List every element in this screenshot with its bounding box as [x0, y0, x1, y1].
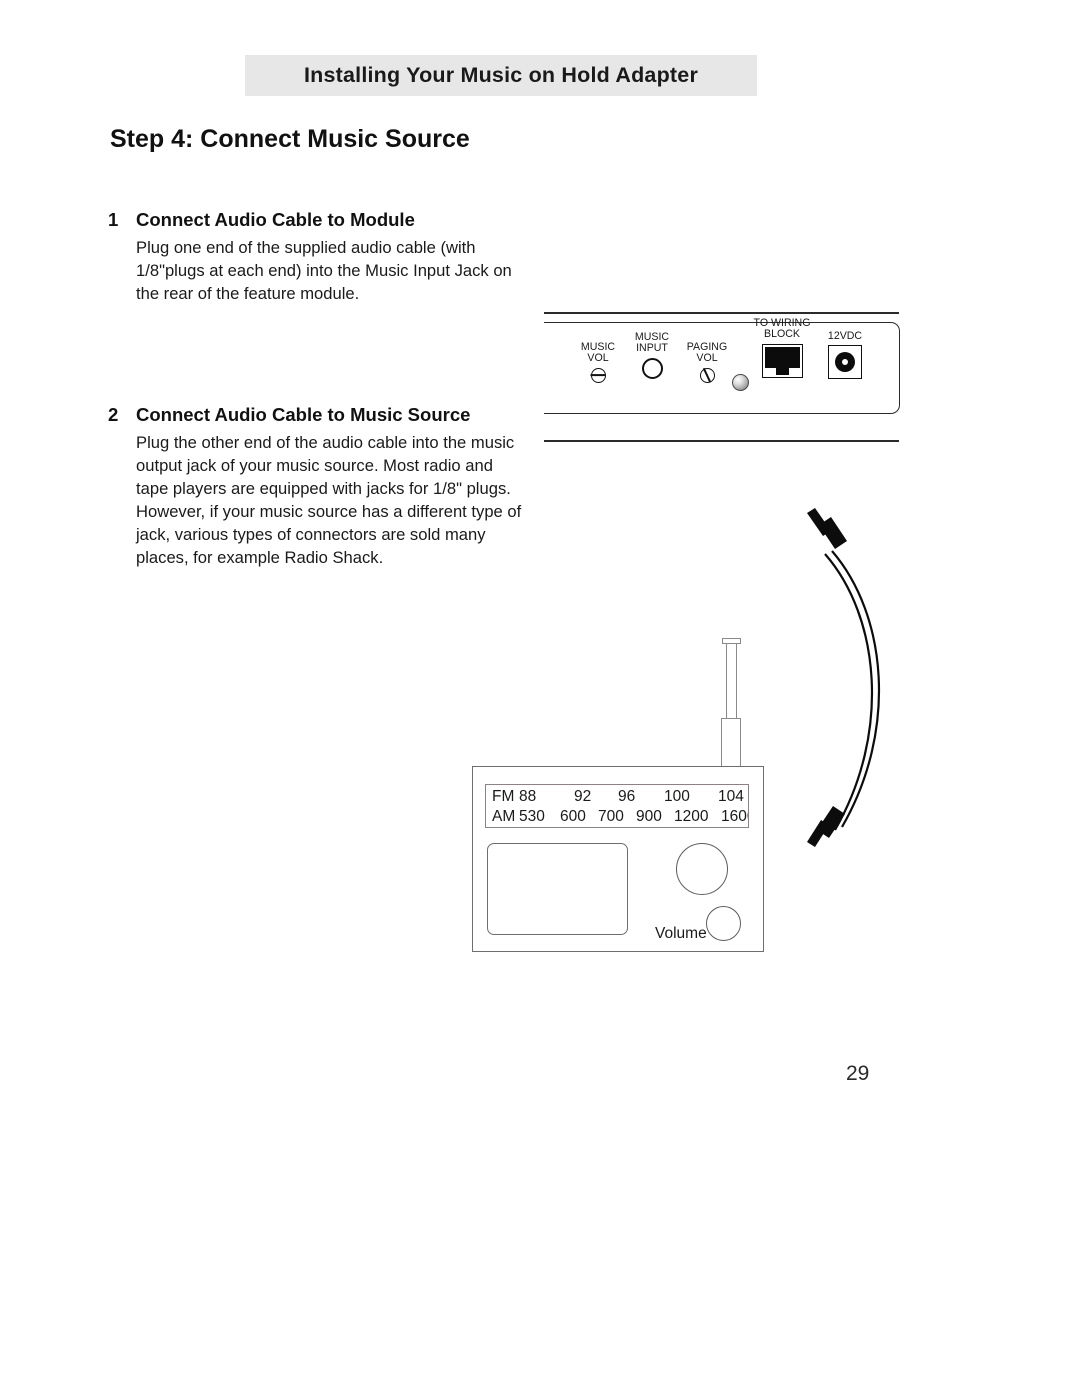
cable-plug-top — [807, 508, 847, 549]
step-1-heading: Connect Audio Cable to Module — [136, 209, 415, 230]
manual-page: Installing Your Music on Hold Adapter St… — [0, 0, 1080, 1397]
volume-knob-label: Volume — [655, 925, 707, 942]
antenna-lower-section — [721, 718, 741, 770]
am-tick-1200: 1200 — [674, 808, 709, 825]
fm-tick-96: 96 — [618, 788, 636, 805]
module-rear-panel-diagram: MUSIC VOL MUSIC INPUT PAGING VOL TO WIRI… — [540, 300, 910, 450]
control-music-input: MUSIC INPUT — [626, 331, 678, 379]
panel-top-rule — [544, 312, 899, 314]
am-tick-1600: 1600 — [721, 808, 748, 825]
control-power-jack: 12VDC — [822, 330, 868, 380]
am-tick-900: 900 — [636, 808, 662, 825]
step-1-body-text: Plug one end of the supplied audio cable… — [136, 237, 512, 303]
control-paging-vol: PAGING VOL — [680, 341, 734, 383]
step-2-body: Plug the other end of the audio cable in… — [136, 431, 523, 569]
paging-vol-trimpot-icon — [699, 367, 715, 383]
instruction-step-2: 2 Connect Audio Cable to Music Source Pl… — [108, 403, 523, 569]
page-header-banner: Installing Your Music on Hold Adapter — [245, 55, 757, 96]
cable-edge-inner — [824, 553, 874, 831]
control-wiring-block: TO WIRING BLOCK — [745, 317, 819, 378]
am-tick-530: 530 — [519, 808, 545, 825]
page-number: 29 — [846, 1062, 870, 1085]
music-input-label-line2: INPUT — [636, 342, 668, 355]
paging-vol-label-line2: VOL — [696, 352, 718, 365]
tuning-knob[interactable] — [676, 843, 728, 895]
fm-tick-100: 100 — [664, 788, 690, 805]
control-music-vol: MUSIC VOL — [572, 341, 624, 383]
step-2-heading-row: 2 Connect Audio Cable to Music Source — [108, 403, 523, 428]
step-2-body-text: Plug the other end of the audio cable in… — [136, 432, 522, 567]
power-jack-label: 12VDC — [827, 330, 863, 342]
radio-speaker-panel — [487, 843, 628, 935]
header-title: Installing Your Music on Hold Adapter — [303, 63, 699, 87]
am-band-label: AM — [492, 808, 516, 825]
am-tick-700: 700 — [598, 808, 624, 825]
rj-jack-icon — [761, 343, 803, 378]
step-1-number: 1 — [108, 209, 119, 230]
page-title: Step 4: Connect Music Source — [110, 125, 470, 153]
music-input-jack-icon — [641, 357, 663, 379]
panel-bottom-rule — [544, 440, 899, 442]
radio-dial-scale: FM 88 92 96 100 104 AM 530 600 700 900 1… — [485, 784, 749, 828]
audio-cable-illustration — [807, 508, 881, 847]
fm-band-label: FM — [492, 788, 515, 805]
step-1-heading-row: 1 Connect Audio Cable to Module — [108, 208, 523, 233]
instruction-step-1: 1 Connect Audio Cable to Module Plug one… — [108, 208, 523, 305]
step-1-body: Plug one end of the supplied audio cable… — [136, 236, 523, 305]
fm-tick-92: 92 — [574, 788, 592, 805]
cable-plug-bottom — [807, 806, 845, 847]
music-vol-trimpot-icon — [590, 367, 606, 383]
fm-tick-104: 104 — [718, 788, 744, 805]
volume-knob[interactable] — [706, 906, 741, 941]
music-vol-label-line2: VOL — [587, 352, 609, 365]
am-scale-row: AM 530 600 700 900 1200 1600 — [486, 806, 748, 827]
dc-barrel-jack-icon — [828, 345, 862, 380]
fm-tick-88: 88 — [519, 788, 537, 805]
wiring-block-label-line2: BLOCK — [764, 328, 800, 341]
fm-scale-row: FM 88 92 96 100 104 — [486, 786, 748, 807]
step-2-heading: Connect Audio Cable to Music Source — [136, 404, 471, 425]
step-2-number: 2 — [108, 404, 119, 425]
am-tick-600: 600 — [560, 808, 586, 825]
